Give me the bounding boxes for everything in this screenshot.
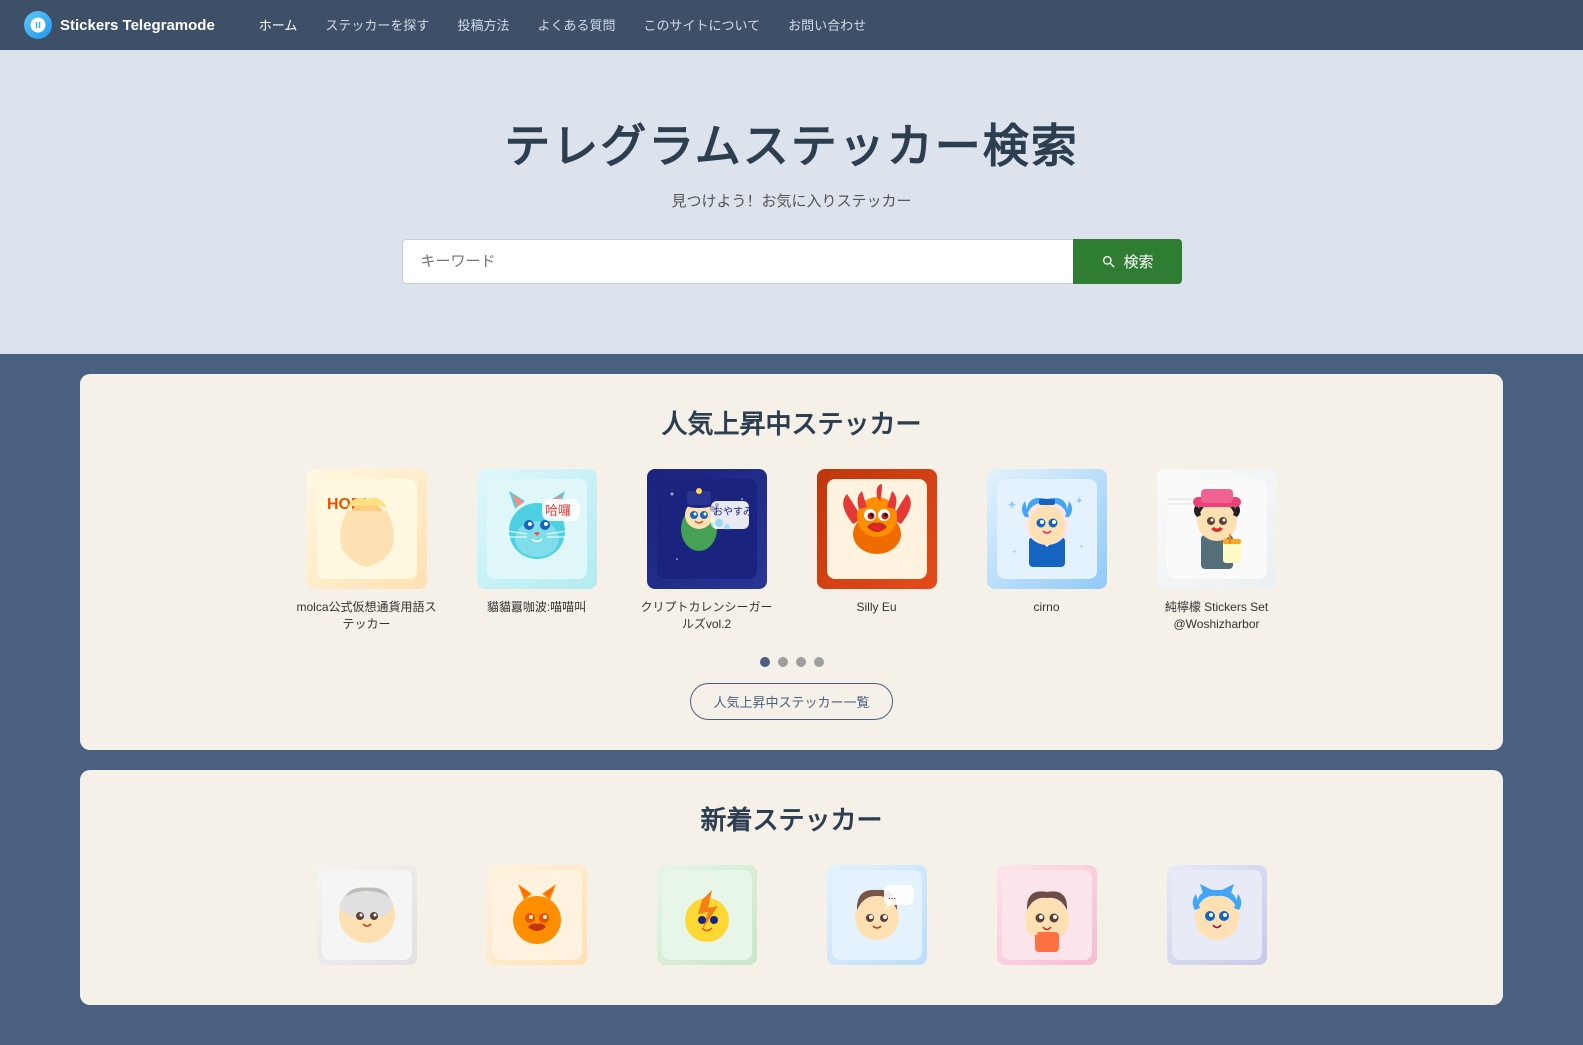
new-sticker-image-5 xyxy=(997,865,1097,965)
dot-1[interactable] xyxy=(760,657,770,667)
search-button-label: 検索 xyxy=(1123,251,1153,272)
brand-icon xyxy=(24,11,52,39)
search-input[interactable] xyxy=(402,239,1074,284)
sticker-item-silly-eu[interactable]: Silly Eu xyxy=(807,469,947,633)
sticker-image-cirno: ✦ ✦ + + xyxy=(987,469,1107,589)
new-sticker-image-6 xyxy=(1167,865,1267,965)
new-sticker-image-1 xyxy=(317,865,417,965)
sticker-label-molca: molca公式仮想通貨用語ステッカー xyxy=(297,599,437,633)
new-stickers-row: ... xyxy=(120,865,1463,975)
nav-menu: ホーム ステッカーを探す 投稿方法 よくある質問 このサイトについて お問い合わ… xyxy=(247,15,878,35)
dot-3[interactable] xyxy=(796,657,806,667)
new-stickers-section: 新着ステッカー xyxy=(80,770,1503,1005)
new-sticker-image-3 xyxy=(657,865,757,965)
new-sticker-4[interactable]: ... xyxy=(807,865,947,975)
sticker-item-molca[interactable]: HODL! molca公式仮想通貨用語ステッカー xyxy=(297,469,437,633)
sticker-label-cirno: cirno xyxy=(1033,599,1059,616)
new-sticker-image-2 xyxy=(487,865,587,965)
svg-text:+: + xyxy=(1012,547,1017,556)
trending-stickers-row: HODL! molca公式仮想通貨用語ステッカー xyxy=(120,469,1463,633)
nav-item-about[interactable]: このサイトについて xyxy=(631,15,772,35)
svg-text:✦: ✦ xyxy=(1007,498,1017,512)
sticker-label-silly-eu: Silly Eu xyxy=(856,599,896,616)
sticker-item-lemon[interactable]: 純檸檬 Stickers Set @Woshizharbor xyxy=(1147,469,1287,633)
search-button[interactable]: 検索 xyxy=(1073,239,1181,284)
nav-item-home[interactable]: ホーム xyxy=(247,15,310,35)
svg-text:哈囉: 哈囉 xyxy=(545,503,571,518)
nav-item-faq[interactable]: よくある質問 xyxy=(525,15,627,35)
view-all-trending-button[interactable]: 人気上昇中ステッカー一覧 xyxy=(690,683,892,720)
view-all-container: 人気上昇中ステッカー一覧 xyxy=(120,683,1463,720)
svg-text:...: ... xyxy=(888,891,896,902)
new-sticker-image-4: ... xyxy=(827,865,927,965)
nav-item-find[interactable]: ステッカーを探す xyxy=(313,15,441,35)
main-content: 人気上昇中ステッカー HODL! xyxy=(0,354,1583,1045)
svg-text:+: + xyxy=(1079,542,1084,551)
nav-item-post[interactable]: 投稿方法 xyxy=(445,15,521,35)
search-bar: 検索 xyxy=(402,239,1182,284)
sticker-image-molca: HODL! xyxy=(307,469,427,589)
new-sticker-1[interactable] xyxy=(297,865,437,975)
trending-section: 人気上昇中ステッカー HODL! xyxy=(80,374,1503,750)
trending-title: 人気上昇中ステッカー xyxy=(120,404,1463,441)
sticker-label-neko: 貓貓囂咖波:喵喵叫 xyxy=(487,599,586,616)
brand-logo[interactable]: Stickers Telegramode xyxy=(24,11,215,39)
navbar: Stickers Telegramode ホーム ステッカーを探す 投稿方法 よ… xyxy=(0,0,1583,50)
brand-name: Stickers Telegramode xyxy=(60,17,215,34)
sticker-label-lemon: 純檸檬 Stickers Set @Woshizharbor xyxy=(1147,599,1287,633)
hero-subtitle: 見つけよう！お気に入りステッカー xyxy=(20,190,1563,211)
sticker-image-silly-eu xyxy=(817,469,937,589)
sticker-image-neko: 哈囉 xyxy=(477,469,597,589)
nav-item-contact[interactable]: お問い合わせ xyxy=(776,15,878,35)
search-icon xyxy=(1101,254,1117,270)
svg-text:✦: ✦ xyxy=(1075,496,1083,507)
new-sticker-6[interactable] xyxy=(1147,865,1287,975)
sticker-label-crypto: クリプトカレンシーガールズvol.2 xyxy=(637,599,777,633)
carousel-dots xyxy=(120,657,1463,667)
new-sticker-5[interactable] xyxy=(977,865,1117,975)
sticker-item-neko[interactable]: 哈囉 貓貓囂咖波:喵喵叫 xyxy=(467,469,607,633)
sticker-item-crypto[interactable]: おやすみ クリプトカレンシーガールズvol.2 xyxy=(637,469,777,633)
sticker-item-cirno[interactable]: ✦ ✦ + + xyxy=(977,469,1117,633)
hero-section: テレグラムステッカー検索 見つけよう！お気に入りステッカー 検索 xyxy=(0,50,1583,354)
hero-title: テレグラムステッカー検索 xyxy=(20,110,1563,176)
svg-text:おやすみ: おやすみ xyxy=(713,506,753,518)
new-sticker-3[interactable] xyxy=(637,865,777,975)
new-sticker-2[interactable] xyxy=(467,865,607,975)
dot-4[interactable] xyxy=(814,657,824,667)
new-stickers-title: 新着ステッカー xyxy=(120,800,1463,837)
sticker-image-lemon xyxy=(1157,469,1277,589)
dot-2[interactable] xyxy=(778,657,788,667)
sticker-image-crypto: おやすみ xyxy=(647,469,767,589)
